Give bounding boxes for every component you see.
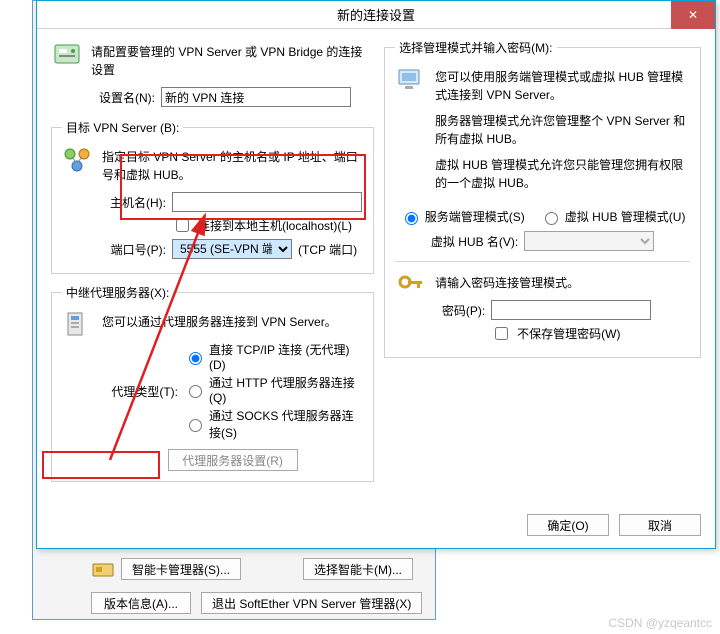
port-select[interactable]: 5555 (SE-VPN 端口) — [172, 239, 292, 259]
network-icon — [62, 144, 94, 176]
mode-group: 选择管理模式并输入密码(M): 您可以使用服务端管理模式或虚拟 HUB 管理模式… — [384, 39, 701, 358]
watermark: CSDN @yzqeantcc — [608, 616, 712, 630]
proxy-group: 中继代理服务器(X): 您可以通过代理服务器连接到 VPN Server。 代理… — [51, 284, 374, 482]
host-input[interactable] — [172, 192, 362, 212]
hub-name-label: 虚拟 HUB 名(V): — [431, 233, 518, 250]
password-label: 密码(P): — [435, 302, 485, 319]
ok-button[interactable]: 确定(O) — [527, 514, 609, 536]
proxy-http-label: 通过 HTTP 代理服务器连接(Q) — [209, 374, 363, 405]
port-suffix: (TCP 端口) — [298, 241, 357, 258]
mode-desc2: 服务器管理模式允许您管理整个 VPN Server 和所有虚拟 HUB。 — [435, 112, 690, 148]
dialog-title: 新的连接设置 — [337, 5, 415, 24]
proxy-direct-radio[interactable] — [189, 352, 202, 365]
version-info-button[interactable]: 版本信息(A)... — [91, 592, 191, 614]
cancel-button[interactable]: 取消 — [619, 514, 701, 536]
select-smartcard-button[interactable]: 选择智能卡(M)... — [303, 558, 413, 580]
proxy-settings-button[interactable]: 代理服务器设置(R) — [168, 449, 298, 471]
setting-name-input[interactable] — [161, 87, 351, 107]
smartcard-icon — [91, 558, 115, 580]
close-button[interactable]: ✕ — [671, 1, 715, 29]
exit-manager-button[interactable]: 退出 SoftEther VPN Server 管理器(X) — [201, 592, 422, 614]
password-input[interactable] — [491, 300, 651, 320]
mode-server-radio[interactable] — [405, 212, 418, 225]
localhost-checkbox[interactable] — [176, 219, 189, 232]
port-label: 端口号(P): — [102, 241, 166, 258]
mode-hub-radio[interactable] — [545, 212, 558, 225]
proxy-socks-label: 通过 SOCKS 代理服务器连接(S) — [209, 407, 363, 441]
dialog-titlebar: 新的连接设置 ✕ — [37, 1, 715, 29]
key-icon — [395, 270, 427, 302]
proxy-type-label: 代理类型(T): — [102, 383, 178, 400]
new-connection-dialog: 新的连接设置 ✕ 请配置要管理的 VPN Server 或 VPN Bridge… — [36, 0, 716, 549]
proxy-icon — [62, 309, 94, 341]
proxy-direct-label: 直接 TCP/IP 连接 (无代理) (D) — [209, 341, 363, 372]
proxy-http-radio[interactable] — [189, 385, 202, 398]
proxy-socks-radio[interactable] — [189, 419, 202, 432]
no-save-password-checkbox[interactable] — [495, 327, 508, 340]
target-server-legend: 目标 VPN Server (B): — [62, 119, 183, 136]
target-desc: 指定目标 VPN Server 的主机名或 IP 地址、端口号和虚拟 HUB。 — [102, 148, 363, 184]
mode-hub-label: 虚拟 HUB 管理模式(U) — [565, 208, 686, 225]
smartcard-manager-button[interactable]: 智能卡管理器(S)... — [121, 558, 241, 580]
setting-name-label: 设置名(N): — [91, 89, 155, 106]
server-icon — [51, 39, 83, 71]
close-icon: ✕ — [688, 8, 698, 22]
computer-icon — [395, 64, 427, 96]
mode-desc1: 您可以使用服务端管理模式或虚拟 HUB 管理模式连接到 VPN Server。 — [435, 68, 690, 104]
localhost-label: 连接到本地主机(localhost)(L) — [198, 217, 352, 234]
password-prompt: 请输入密码连接管理模式。 — [435, 274, 690, 292]
target-server-group: 目标 VPN Server (B): 指定目标 VPN Server 的主机名或… — [51, 119, 374, 274]
proxy-legend: 中继代理服务器(X): — [62, 284, 173, 301]
mode-legend: 选择管理模式并输入密码(M): — [395, 39, 556, 56]
mode-server-label: 服务端管理模式(S) — [425, 208, 525, 225]
no-save-password-label: 不保存管理密码(W) — [517, 325, 620, 342]
intro-text: 请配置要管理的 VPN Server 或 VPN Bridge 的连接设置 — [91, 43, 374, 79]
host-label: 主机名(H): — [102, 194, 166, 211]
hub-name-select — [524, 231, 654, 251]
proxy-desc: 您可以通过代理服务器连接到 VPN Server。 — [102, 313, 363, 331]
mode-desc3: 虚拟 HUB 管理模式允许您只能管理您拥有权限的一个虚拟 HUB。 — [435, 156, 690, 192]
